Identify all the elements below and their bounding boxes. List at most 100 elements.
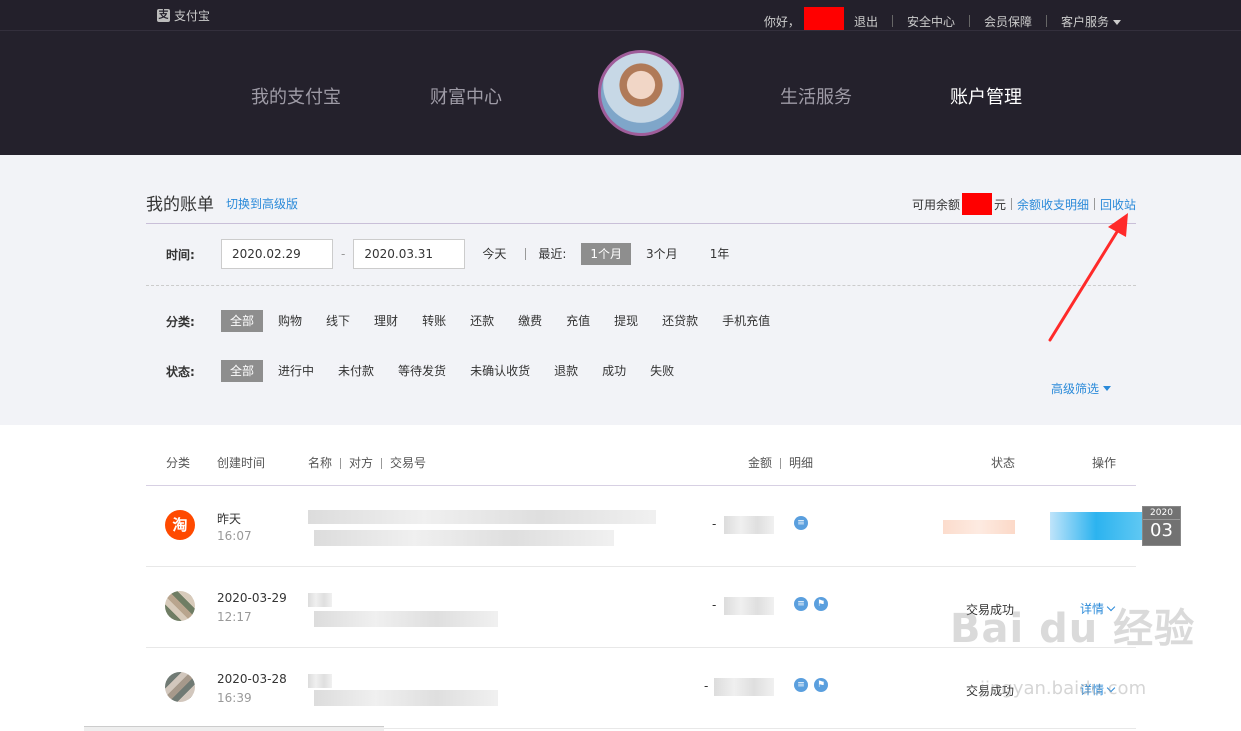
category-topup[interactable]: 充值 [557, 310, 599, 332]
amount-sign: - [704, 679, 709, 693]
security-center-link[interactable]: 安全中心 [907, 13, 955, 30]
chevron-down-icon [1103, 386, 1111, 391]
avatar [165, 672, 195, 702]
divider [891, 15, 893, 27]
category-withdraw[interactable]: 提现 [605, 310, 647, 332]
calendar-month: 03 [1143, 519, 1180, 542]
flag-icon[interactable]: ⚑ [814, 678, 828, 692]
logout-link[interactable]: 退出 [854, 13, 878, 30]
flag-icon[interactable]: ⚑ [814, 597, 828, 611]
list-detail-icon[interactable]: ≡ [794, 678, 808, 692]
detail-icons: ≡ [794, 516, 808, 530]
status-filter-row: 状态: 全部 进行中 未付款 等待发货 未确认收货 退款 成功 失败 [146, 360, 689, 382]
table-row[interactable]: 淘 昨天 16:07 - ≡ [146, 486, 1142, 567]
bill-table-header: 分类 创建时间 名称 对方 交易号 金额 明细 状态 操作 [146, 425, 1136, 486]
balance-unit: 元 [993, 197, 1006, 212]
blurred-action [1050, 512, 1142, 540]
list-detail-icon[interactable]: ≡ [794, 516, 808, 530]
category-mobile-topup[interactable]: 手机充值 [713, 310, 779, 332]
today-option[interactable]: 今天 [473, 243, 515, 265]
nav-life-services[interactable]: 生活服务 [780, 83, 852, 109]
nav-account-management[interactable]: 账户管理 [950, 83, 1022, 109]
col-created-time: 创建时间 [217, 456, 266, 470]
recent-1-year[interactable]: 1年 [701, 243, 739, 265]
divider [381, 458, 383, 469]
status-unpaid[interactable]: 未付款 [329, 360, 383, 382]
row-time: 16:39 [217, 691, 252, 705]
divider [1093, 198, 1095, 210]
recycle-bin-link[interactable]: 回收站 [1100, 196, 1136, 213]
status-unconfirmed-receipt[interactable]: 未确认收货 [461, 360, 539, 382]
divider [525, 248, 527, 260]
amount-sign: - [712, 598, 717, 612]
list-detail-icon[interactable]: ≡ [794, 597, 808, 611]
status-all[interactable]: 全部 [221, 360, 264, 382]
advanced-filter-label: 高级筛选 [1050, 382, 1099, 396]
calendar-year: 2020 [1150, 508, 1173, 518]
category-transfer[interactable]: 转账 [413, 310, 455, 332]
col-status: 状态 [991, 456, 1016, 470]
blurred-status [943, 520, 1015, 534]
blurred-name [308, 593, 332, 607]
category-finance[interactable]: 理财 [365, 310, 407, 332]
blurred-amount [724, 516, 774, 534]
recent-label: 最近: [538, 247, 567, 261]
row-date: 2020-03-29 [217, 591, 287, 605]
nav-my-alipay[interactable]: 我的支付宝 [251, 83, 341, 109]
col-name: 名称 [308, 456, 333, 470]
blurred-counterparty [314, 611, 498, 627]
page-title: 我的账单 [146, 195, 214, 215]
nav-wealth-center[interactable]: 财富中心 [430, 83, 502, 109]
start-date-input[interactable] [221, 239, 333, 269]
brand[interactable]: 支 支付宝 [157, 7, 210, 24]
brand-name: 支付宝 [174, 9, 211, 23]
member-protection-link[interactable]: 会员保障 [984, 13, 1032, 30]
advanced-filter-toggle[interactable]: 高级筛选 [1051, 380, 1111, 397]
blurred-counterparty [314, 690, 498, 706]
filter-panel: 我的账单 切换到高级版 可用余额 元 余额收支明细 回收站 时间: - 今天 最… [0, 155, 1241, 425]
status-failed[interactable]: 失败 [641, 360, 683, 382]
detail-icons: ≡ ⚑ [794, 678, 828, 692]
row-date: 2020-03-28 [217, 672, 287, 686]
balance-label: 可用余额 [911, 197, 960, 212]
col-detail: 明细 [789, 456, 814, 470]
end-date-input[interactable] [353, 239, 466, 269]
category-loan-repayment[interactable]: 还贷款 [653, 310, 707, 332]
col-name-group: 名称 对方 交易号 [308, 454, 426, 471]
category-bills[interactable]: 缴费 [509, 310, 551, 332]
time-filter-row: 时间: - 今天 最近: 1个月 3个月 1年 [146, 239, 744, 269]
recent-1-month[interactable]: 1个月 [581, 243, 632, 265]
top-bar: 支 支付宝 你好， 退出 安全中心 会员保障 客户服务 [0, 0, 1241, 35]
filter-divider [146, 285, 1136, 286]
switch-advanced-link[interactable]: 切换到高级版 [226, 195, 298, 212]
category-all[interactable]: 全部 [221, 310, 264, 332]
col-trade-no: 交易号 [390, 456, 427, 470]
status-success[interactable]: 成功 [593, 360, 635, 382]
category-repayment[interactable]: 还款 [461, 310, 503, 332]
divider [1045, 15, 1047, 27]
blurred-counterparty [314, 530, 614, 546]
date-dash: - [341, 247, 346, 261]
status-awaiting-shipment[interactable]: 等待发货 [389, 360, 455, 382]
balance-area: 可用余额 元 余额收支明细 回收站 [912, 193, 1136, 215]
alipay-logo-icon: 支 [157, 9, 170, 22]
divider [1010, 198, 1012, 210]
blurred-name [308, 674, 332, 688]
category-offline[interactable]: 线下 [317, 310, 359, 332]
user-avatar[interactable] [598, 50, 684, 136]
col-amount: 金额 [748, 456, 773, 470]
recent-3-months[interactable]: 3个月 [637, 243, 687, 265]
col-category: 分类 [166, 456, 191, 470]
watermark-url: jingyan.baidu.com [980, 678, 1147, 699]
blurred-amount [714, 678, 774, 696]
customer-service-link[interactable]: 客户服务 [1061, 13, 1121, 30]
row-time: 12:17 [217, 610, 252, 624]
status-in-progress[interactable]: 进行中 [269, 360, 323, 382]
status-refund[interactable]: 退款 [545, 360, 587, 382]
category-label: 分类: [166, 314, 195, 329]
customer-service-label: 客户服务 [1060, 14, 1109, 29]
category-shopping[interactable]: 购物 [269, 310, 311, 332]
title-divider [146, 223, 1136, 224]
balance-detail-link[interactable]: 余额收支明细 [1017, 196, 1089, 213]
status-label: 状态: [166, 364, 195, 379]
